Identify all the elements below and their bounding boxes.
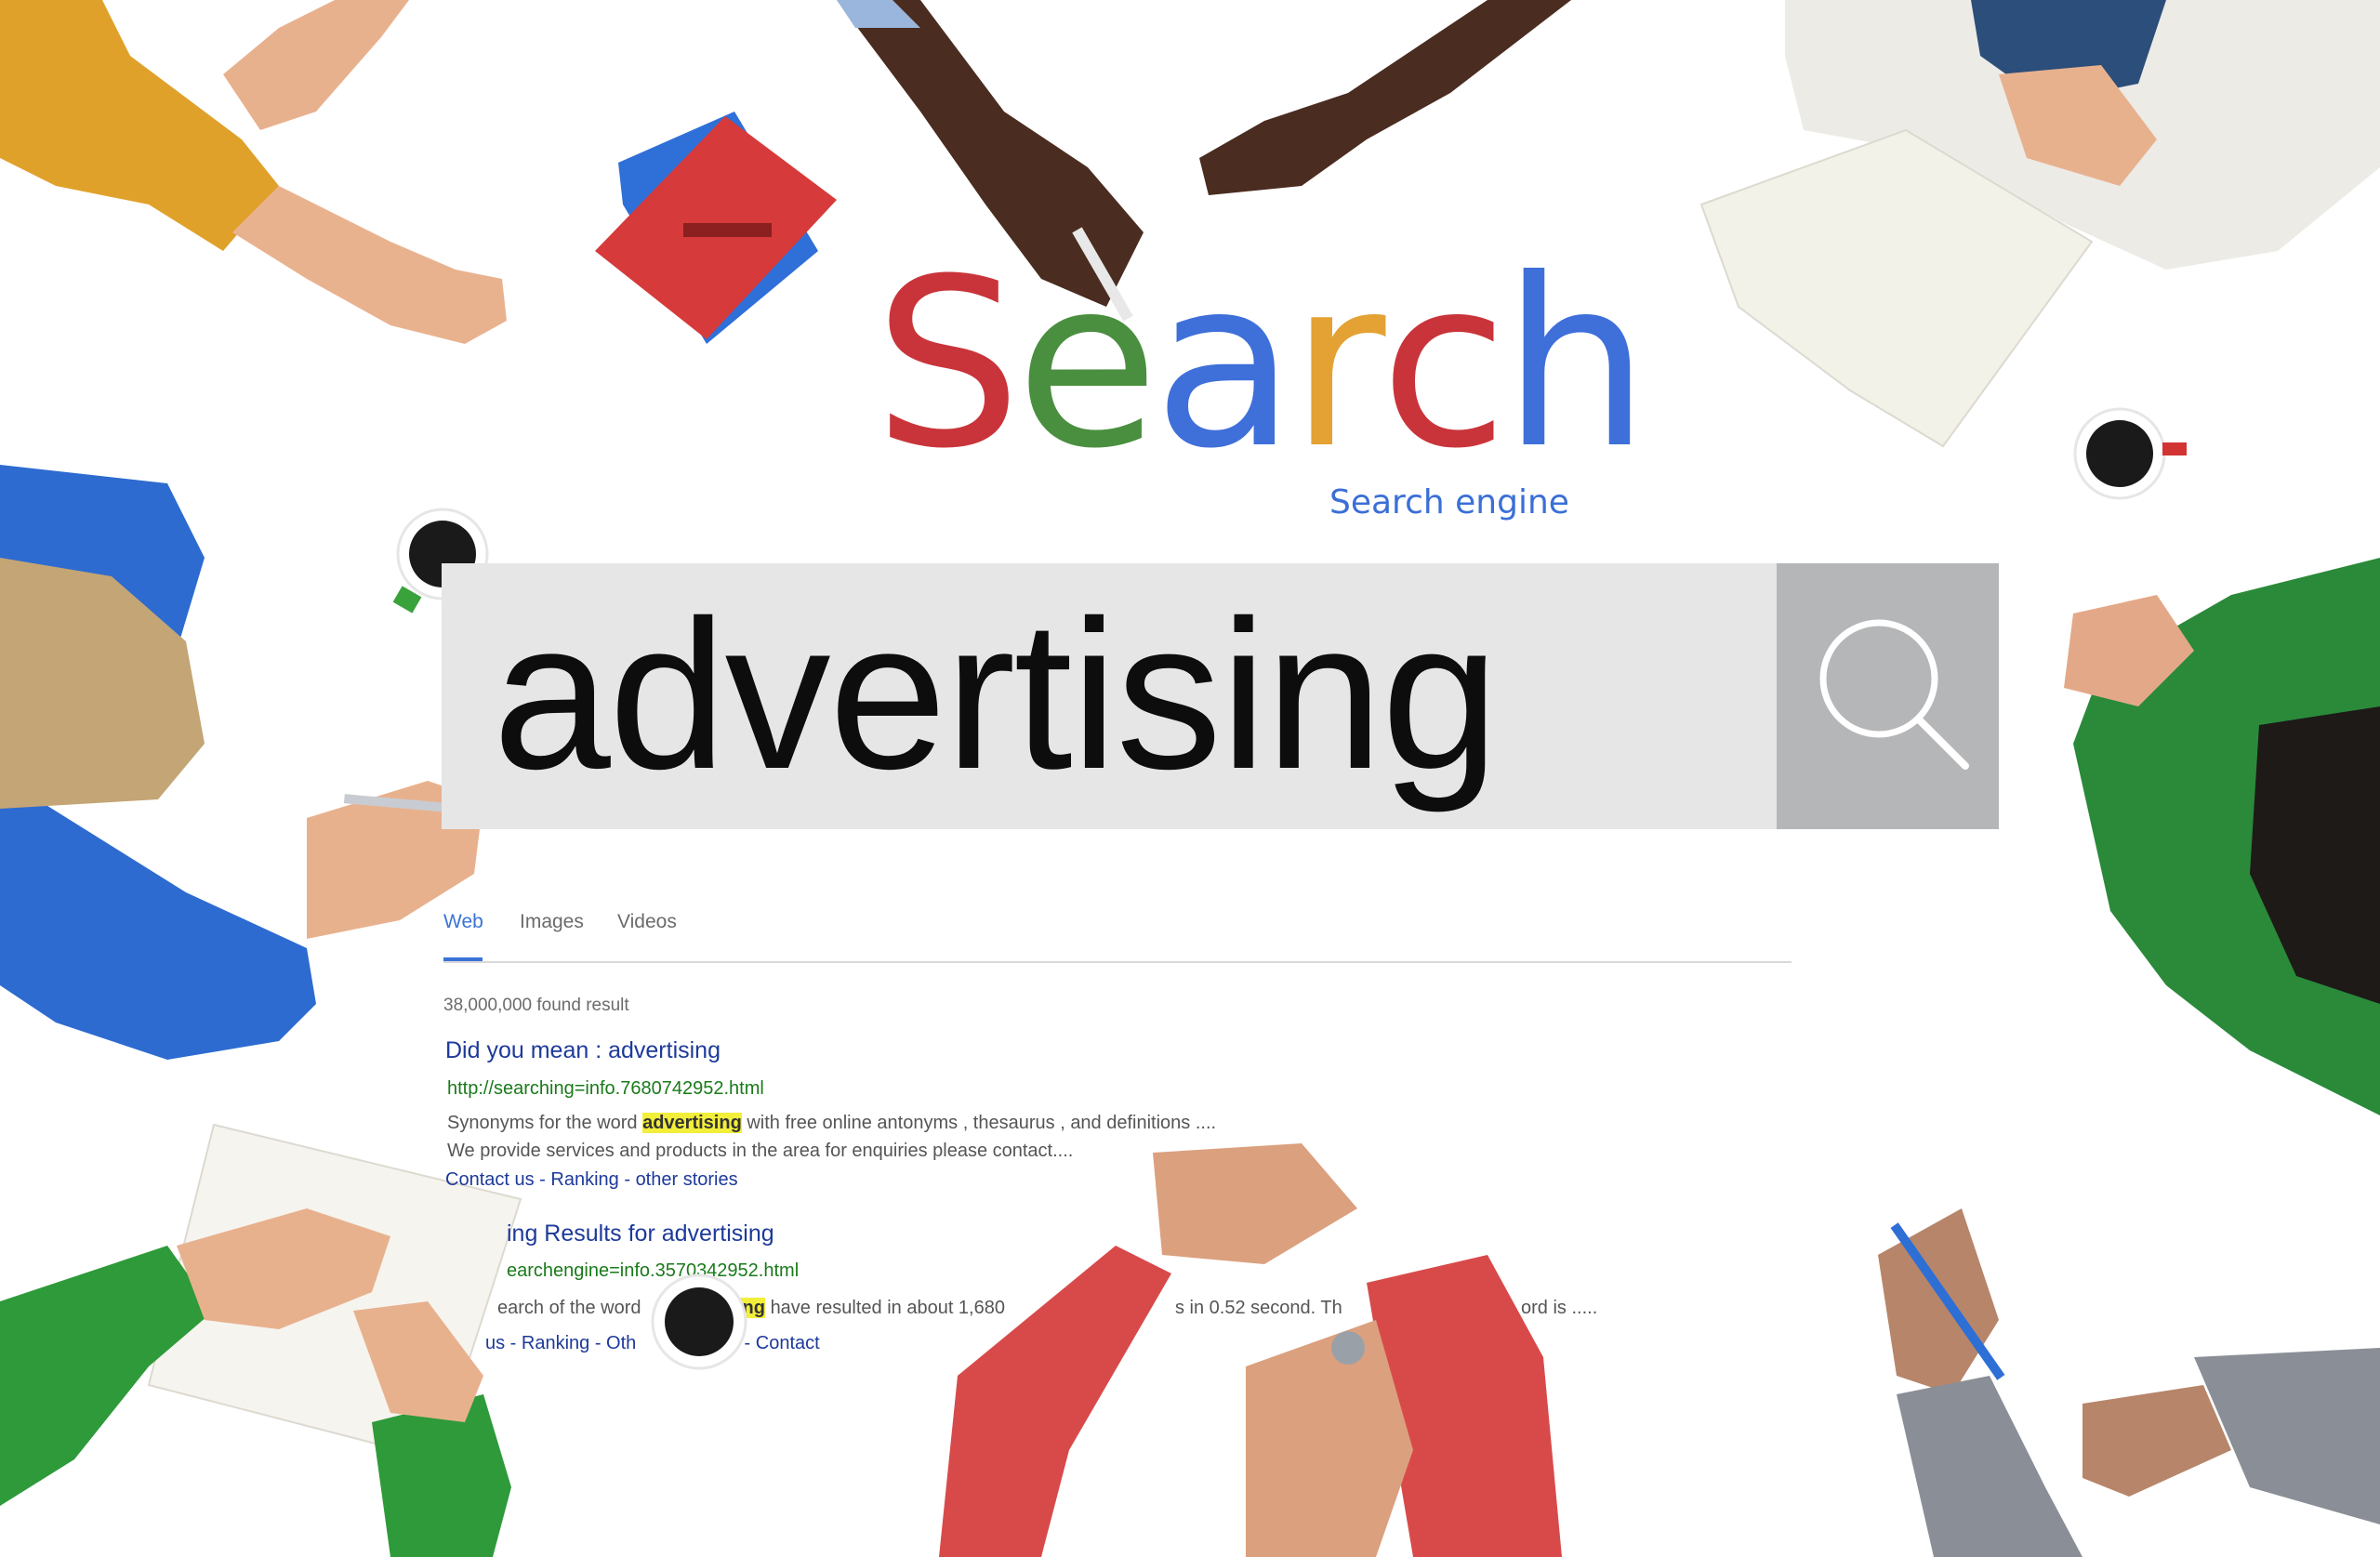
- result-sublinks-tail[interactable]: s - Contact: [730, 1333, 820, 1354]
- logo-letter: r: [1289, 229, 1386, 499]
- search-query-text[interactable]: advertising: [493, 584, 1500, 807]
- result-title[interactable]: ing Results for advertising: [507, 1221, 774, 1247]
- search-logo: Search: [874, 229, 1649, 499]
- sublink-ranking[interactable]: Ranking: [550, 1169, 618, 1190]
- snippet-highlight: ing: [737, 1298, 765, 1318]
- tabs-divider: [443, 961, 1792, 963]
- snippet-text: with free online antonyms , thesaurus , …: [741, 1113, 1217, 1133]
- snippet-text: earch of the word: [497, 1298, 641, 1318]
- snippet-text: have resulted in about 1,680: [770, 1298, 1005, 1318]
- logo-letter: a: [1153, 229, 1296, 499]
- logo-tagline: Search engine: [1329, 483, 1569, 521]
- result-snippet: Synonyms for the word advertising with f…: [447, 1109, 1216, 1137]
- search-button[interactable]: [1777, 563, 1999, 829]
- coffee-cup-icon: [2073, 407, 2187, 500]
- result-sublinks[interactable]: us - Ranking - Oth: [485, 1333, 636, 1354]
- results-count: 38,000,000 found result: [443, 996, 629, 1015]
- person-top-left-arm: [0, 0, 507, 344]
- result-snippet-tail: s in 0.52 second. Th: [1175, 1298, 1342, 1318]
- logo-letter: e: [1015, 229, 1159, 499]
- logo-letter: S: [874, 229, 1022, 499]
- tab-videos[interactable]: Videos: [617, 911, 677, 933]
- logo-letter: h: [1501, 229, 1649, 499]
- result-title[interactable]: Did you mean : advertising: [445, 1037, 721, 1064]
- sublink-other-stories[interactable]: other stories: [636, 1169, 738, 1190]
- snippet-highlight: advertising: [642, 1113, 742, 1133]
- person-bottom-center: [939, 1143, 1562, 1557]
- notebooks-illustration: [595, 112, 837, 344]
- tab-images[interactable]: Images: [520, 911, 584, 933]
- coffee-cup-icon: [651, 1273, 747, 1370]
- logo-letter: c: [1380, 229, 1508, 499]
- result-url[interactable]: http://searching=info.7680742952.html: [447, 1078, 764, 1100]
- person-bottom-left: [0, 1123, 522, 1557]
- result-url[interactable]: earchengine=info.3570342952.html: [507, 1260, 799, 1282]
- person-top-right: [1699, 0, 2380, 448]
- sublink-contact[interactable]: Contact us: [445, 1169, 535, 1190]
- person-bottom-right: [1878, 1208, 2380, 1557]
- snippet-text: Synonyms for the word: [447, 1113, 643, 1133]
- result-snippet: earch of the word: [497, 1294, 641, 1322]
- person-left: [0, 465, 512, 1060]
- result-snippet-line2: We provide services and products in the …: [447, 1141, 1074, 1161]
- person-right: [2064, 558, 2380, 1115]
- tab-web[interactable]: Web: [443, 911, 483, 933]
- result-sublinks: Contact us - Ranking - other stories: [445, 1169, 738, 1190]
- result-snippet-highlight: ing have resulted in about 1,680: [737, 1294, 1005, 1322]
- result-snippet-end: ord is .....: [1521, 1298, 1598, 1318]
- magnifier-icon: [1819, 619, 1969, 770]
